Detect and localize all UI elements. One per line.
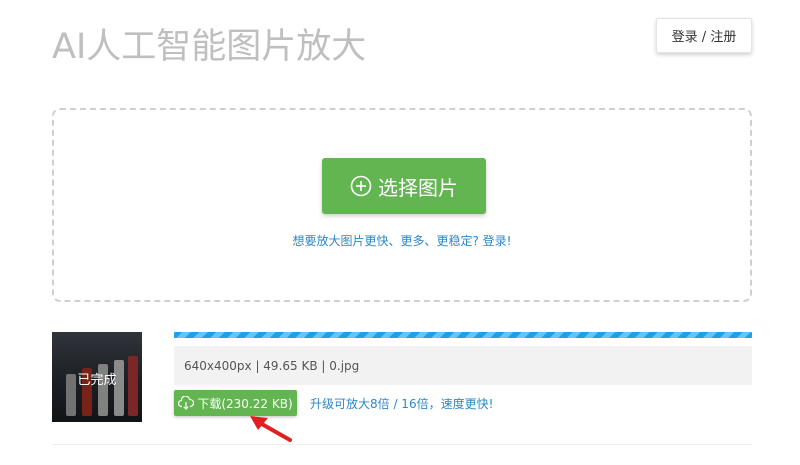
select-image-button[interactable]: 选择图片 [322, 158, 486, 214]
file-info: 640x400px | 49.65 KB | 0.jpg [174, 346, 752, 385]
login-register-button[interactable]: 登录 / 注册 [656, 18, 752, 53]
upgrade-link[interactable]: 升级可放大8倍 / 16倍，速度更快! [310, 395, 493, 412]
login-promo-link[interactable]: 想要放大图片更快、更多、更稳定? 登录! [54, 232, 750, 249]
result-thumbnail[interactable]: 已完成 [52, 332, 142, 422]
plus-circle-icon [350, 175, 372, 197]
red-arrow-icon [250, 416, 292, 442]
cloud-download-icon [178, 395, 195, 410]
thumbnail-status-label: 已完成 [77, 373, 117, 388]
upload-drop-zone[interactable]: 选择图片 想要放大图片更快、更多、更稳定? 登录! [52, 108, 752, 302]
result-row: 已完成 640x400px | 49.65 KB | 0.jpg 下载(230.… [52, 332, 752, 445]
download-label: 下载(230.22 KB) [197, 396, 293, 411]
page-title: AI人工智能图片放大 [52, 27, 367, 67]
progress-bar-fill [174, 332, 752, 338]
select-image-label: 选择图片 [378, 175, 458, 200]
progress-bar [174, 332, 752, 338]
